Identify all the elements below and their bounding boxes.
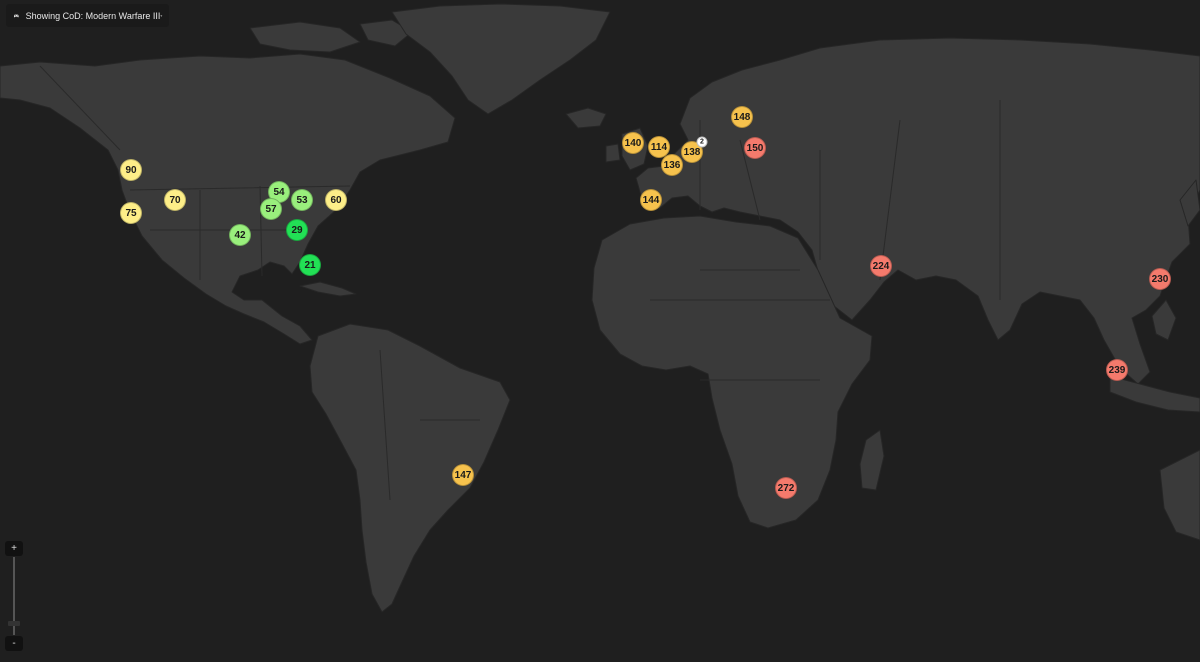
zoom-out-button[interactable]: - (5, 636, 23, 651)
server-marker-eu-se[interactable]: 148 (731, 106, 753, 128)
world-map[interactable] (0, 0, 1200, 662)
server-marker-eu-es[interactable]: 144 (640, 189, 662, 211)
game-selector[interactable]: Showing CoD: Modern Warfare III (6, 4, 169, 27)
server-marker-sa-br[interactable]: 147 (452, 464, 474, 486)
server-marker-us-east-2[interactable]: 60 (325, 189, 347, 211)
zoom-control: + - (5, 541, 23, 651)
server-marker-us-southeast[interactable]: 29 (286, 219, 308, 241)
server-marker-us-west-1[interactable]: 90 (120, 159, 142, 181)
server-marker-af-za[interactable]: 272 (775, 477, 797, 499)
zoom-in-button[interactable]: + (5, 541, 23, 556)
zoom-slider-thumb[interactable] (8, 621, 20, 626)
caret-down-icon (160, 15, 163, 17)
gamepad-icon (14, 14, 19, 17)
server-marker-us-central-2[interactable]: 57 (260, 198, 282, 220)
game-selector-label: Showing CoD: Modern Warfare III (25, 10, 161, 21)
server-marker-us-east-1[interactable]: 53 (291, 189, 313, 211)
server-marker-eu-fr[interactable]: 136 (661, 154, 683, 176)
server-marker-us-mountain[interactable]: 70 (164, 189, 186, 211)
server-marker-us-south[interactable]: 42 (229, 224, 251, 246)
server-marker-as-hk[interactable]: 230 (1149, 268, 1171, 290)
server-marker-eu-cluster[interactable]: 2 (696, 136, 708, 148)
server-marker-as-sg[interactable]: 239 (1106, 359, 1128, 381)
server-marker-us-west-2[interactable]: 75 (120, 202, 142, 224)
server-marker-eu-pl[interactable]: 150 (744, 137, 766, 159)
server-marker-eu-uk[interactable]: 140 (622, 132, 644, 154)
server-marker-us-florida[interactable]: 21 (299, 254, 321, 276)
server-marker-me-uae[interactable]: 224 (870, 255, 892, 277)
